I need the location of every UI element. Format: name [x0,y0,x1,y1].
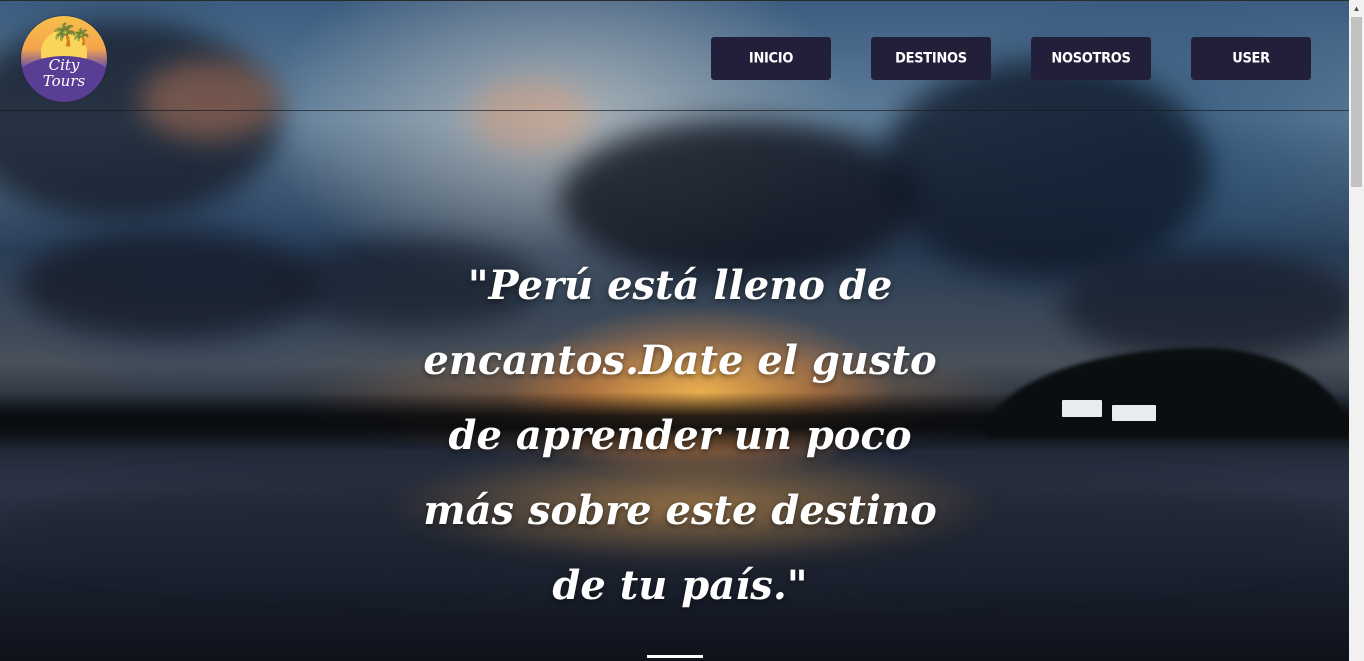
nav-user-button[interactable]: USER [1191,37,1311,80]
nav-destinos-button[interactable]: DESTINOS [871,37,991,80]
cloud-shape [1060,250,1349,360]
house-shape [1112,405,1156,421]
logo-text-line1: City [48,56,80,74]
nav-inicio-button[interactable]: INICIO [711,37,831,80]
nav-nosotros-button[interactable]: NOSOTROS [1031,37,1151,80]
window-top-border [0,0,1349,1]
cloud-shape [470,80,590,150]
city-tours-logo[interactable]: 🌴 🌴 City Tours [21,16,107,102]
house-shape [1062,400,1102,417]
cloud-shape [140,60,280,140]
hero-quote: "Perú está lleno de encantos.Date el gus… [423,262,937,609]
logo-text-line2: Tours [42,72,86,90]
scrollbar-thumb[interactable] [1351,17,1362,187]
header-divider [0,110,1349,111]
page-scrollbar[interactable]: ▲ [1349,0,1364,661]
cloud-shape [20,230,320,340]
quote-divider [647,655,703,658]
treeline-right-silhouette [985,348,1349,438]
cloud-shape [880,60,1210,280]
palm-tree-icon: 🌴 [71,29,91,46]
scroll-up-arrow-icon[interactable]: ▲ [1349,0,1364,17]
